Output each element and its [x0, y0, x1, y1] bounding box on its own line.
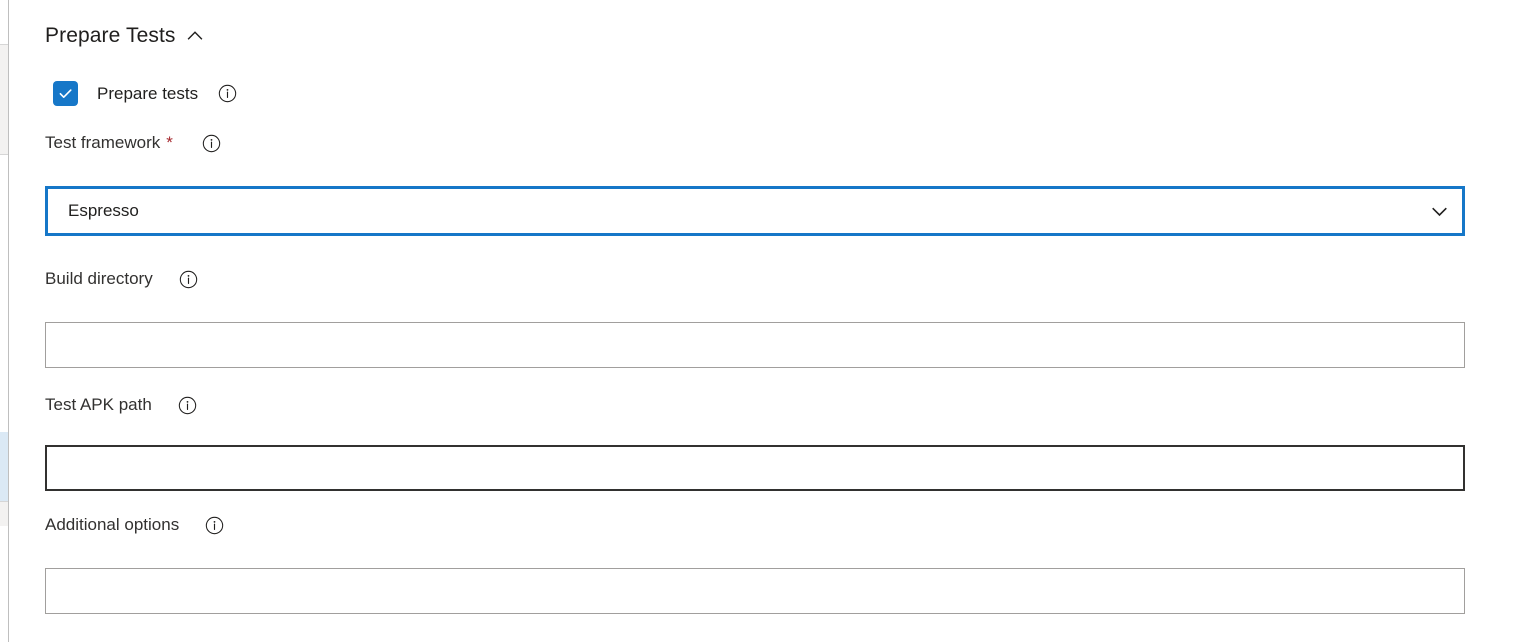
required-asterisk: * [166, 133, 173, 152]
prepare-tests-checkbox[interactable] [53, 81, 78, 106]
field-label-text: Test framework [45, 133, 161, 152]
label-test-apk-path: Test APK path [45, 393, 197, 417]
prepare-tests-checkbox-row[interactable]: Prepare tests [53, 81, 237, 106]
info-icon[interactable] [205, 516, 224, 535]
rail-segment [0, 45, 8, 154]
label-test-framework: Test framework * [45, 131, 221, 155]
chevron-up-icon[interactable] [186, 27, 204, 45]
prepare-tests-checkbox-label[interactable]: Prepare tests [97, 82, 198, 106]
rail-segment [0, 155, 8, 432]
rail-segment [0, 0, 8, 44]
field-label-text: Build directory [45, 269, 153, 288]
page-title: Prepare Tests [45, 24, 176, 47]
rail-segment-selected[interactable] [0, 432, 8, 501]
rail-segment [0, 502, 8, 526]
info-icon[interactable] [202, 134, 221, 153]
label-additional-options: Additional options [45, 513, 224, 537]
test-apk-path-input[interactable] [45, 445, 1465, 491]
test-framework-selected-value: Espresso [68, 201, 139, 220]
label-build-directory: Build directory [45, 267, 198, 291]
test-framework-dropdown[interactable]: Espresso [45, 186, 1465, 236]
build-directory-input[interactable] [45, 322, 1465, 368]
rail-segment [0, 526, 8, 642]
left-rail [0, 0, 11, 642]
section-header-prepare-tests[interactable]: Prepare Tests [45, 22, 204, 50]
info-icon[interactable] [179, 270, 198, 289]
additional-options-input[interactable] [45, 568, 1465, 614]
chevron-down-icon[interactable] [1430, 202, 1449, 221]
info-icon[interactable] [178, 396, 197, 415]
rail-divider [8, 0, 9, 642]
field-label-text: Additional options [45, 515, 180, 534]
info-icon[interactable] [218, 84, 237, 103]
field-label-text: Test APK path [45, 395, 152, 414]
